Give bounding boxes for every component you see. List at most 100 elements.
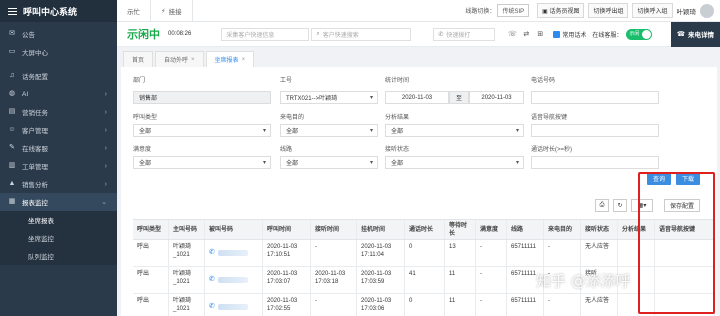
sidebar-item-9[interactable]: ▦ 报表监控 ⌄ <box>0 193 117 211</box>
page-tab-0[interactable]: 首页 <box>123 51 154 67</box>
table-cell: 2020-11-03 17:11:04 <box>357 240 405 266</box>
switch-outbound-button[interactable]: 切换呼出组 <box>588 3 629 18</box>
satisfaction-select[interactable]: 全部 ▾ <box>133 156 271 169</box>
search-icon: ⌕ <box>316 30 320 37</box>
column-header[interactable]: 满意度 <box>476 220 507 239</box>
time-to-input[interactable]: 2020-11-03 <box>469 91 524 104</box>
page-tab-1[interactable]: 自动外呼 × <box>155 51 204 67</box>
sidebar-item-2[interactable]: ♫ 话务配置 <box>0 67 117 85</box>
sidebar-subitem-0[interactable]: 坐席报表 <box>0 211 117 229</box>
chevron-down-icon: ▾ <box>262 160 266 166</box>
quick-dial-input[interactable]: ✆ 快速拨打 <box>433 27 496 41</box>
statusbar: 示闲中 00:08:26 采集客户快速信息 ⌕ 客户快速搜索 ✆ 快速拨打 ☏ ⇄ … <box>117 21 720 47</box>
sidebar-subitem-1[interactable]: 坐席监控 <box>0 229 117 247</box>
table-row[interactable]: 呼出 叶颖琦_1021 ✆ 2020-11-03 17:02:55-2020-11-0… <box>133 294 715 316</box>
keypad-icon[interactable]: ⊞ <box>533 30 547 38</box>
call-controls: ☏ ⇄ ⊞ <box>505 30 547 38</box>
result-select[interactable]: 全部 ▾ <box>385 124 524 137</box>
sidebar-item-8[interactable]: ▲ 销售分析 › <box>0 175 117 193</box>
agent-view-button[interactable]: ▣ 话务员视图 <box>537 3 585 18</box>
answer-select[interactable]: 全部 ▾ <box>385 156 524 169</box>
online-service: 在线客服： 示闲 <box>592 28 653 40</box>
refresh-button[interactable]: ↻ <box>613 199 627 212</box>
table-cell: 2020-11-03 17:03:59 <box>357 267 405 293</box>
sidebar-item-3[interactable]: ◍ AI › <box>0 85 117 103</box>
call-records-table: 呼叫类型 主叫号码 被叫号码 呼叫时间 接听时间 挂机时间 通话时长 等待时长 满意度 线路 来电目… <box>133 219 715 316</box>
dept-input[interactable]: 销售部 <box>133 91 271 104</box>
common-words[interactable]: 常用话术 <box>553 30 586 39</box>
column-header[interactable]: 呼叫类型 <box>133 220 169 239</box>
phone-label: 电话号码 <box>531 78 556 84</box>
column-header[interactable]: 挂机时间 <box>357 220 405 239</box>
page-tab-2[interactable]: 坐席报表 × <box>205 51 255 67</box>
collect-info-input[interactable]: 采集客户快速信息 <box>221 27 310 41</box>
highlight-box <box>638 172 715 314</box>
user-menu[interactable]: 叶颖琦 <box>677 3 714 18</box>
incoming-detail-button[interactable]: ☎ 来电详情 <box>670 21 720 47</box>
agent-select-value: TRTX021-->叶颖琦 <box>286 96 338 102</box>
calltype-select-value: 全部 <box>139 129 152 135</box>
transfer-icon[interactable]: ⇄ <box>519 30 533 38</box>
agent-view-label: 话务员视图 <box>549 9 580 15</box>
switch-inbound-button[interactable]: 切换呼入组 <box>632 3 673 18</box>
time-from-input[interactable]: 2020-11-03 <box>385 91 449 104</box>
sidebar-item-6[interactable]: ✎ 在线客服 › <box>0 139 117 157</box>
result-select-value: 全部 <box>391 129 404 135</box>
column-header[interactable]: 接听状态 <box>581 220 618 239</box>
dept-label: 部门 <box>133 78 146 84</box>
avatar[interactable] <box>700 3 714 18</box>
column-header[interactable]: 接听时间 <box>311 220 357 239</box>
print-button[interactable]: ⎙ <box>595 199 609 212</box>
topbar-right: 线路切换： 传统SIP ▣ 话务员视图 切换呼出组 切换呼入组 叶颖琦 <box>465 0 720 22</box>
agent-select[interactable]: TRTX021-->叶颖琦 ▾ <box>280 91 378 104</box>
time-to-label: 至 <box>449 91 469 104</box>
duration-label: 通话时长(>=秒) <box>531 147 573 153</box>
phone-icon[interactable]: ✆ <box>209 276 215 284</box>
customer-search-input[interactable]: ⌕ 客户快速搜索 <box>311 27 412 41</box>
line-switch-select[interactable]: 传统SIP <box>497 4 530 17</box>
sidebar-subitem-2[interactable]: 队列监控 <box>0 247 117 265</box>
ticket-icon: ▥ <box>8 162 16 169</box>
purpose-select[interactable]: 全部 ▾ <box>280 124 378 137</box>
brand-header: 呼叫中心系统 <box>0 0 117 22</box>
sidebar-item-0[interactable]: ✉ 公告 <box>0 25 117 43</box>
table-cell: - <box>311 294 357 316</box>
sidebar-item-7[interactable]: ▥ 工单管理 › <box>0 157 117 175</box>
column-header[interactable]: 通话时长 <box>405 220 445 239</box>
ivr-input[interactable] <box>531 124 659 137</box>
column-header[interactable]: 呼叫时间 <box>263 220 311 239</box>
close-icon[interactable]: × <box>242 57 246 63</box>
sidebar-item-1[interactable]: ▭ 大屏中心 <box>0 43 117 61</box>
duration-input[interactable] <box>531 156 659 169</box>
column-header[interactable]: 等待时长 <box>445 220 476 239</box>
column-header[interactable]: 来电目的 <box>544 220 581 239</box>
sidebar-item-5[interactable]: ☺ 客户管理 › <box>0 121 117 139</box>
dial-icon[interactable]: ☏ <box>505 30 519 38</box>
line-switch-label: 线路切换： <box>465 9 496 15</box>
hangup-button[interactable]: ⚡ 挂接 <box>151 0 193 22</box>
table-cell: 叶颖琦_1021 <box>169 294 205 316</box>
column-header[interactable]: 线路 <box>507 220 544 239</box>
line-label: 线路 <box>280 147 293 153</box>
menu-toggle-icon[interactable] <box>8 7 17 15</box>
line-select[interactable]: 全部 ▾ <box>280 156 378 169</box>
table-row[interactable]: 呼出 叶颖琦_1021 ✆ 2020-11-03 17:10:51-2020-11-0… <box>133 240 715 267</box>
table-cell: - <box>476 294 507 316</box>
close-icon[interactable]: × <box>191 57 195 63</box>
column-header[interactable]: 被叫号码 <box>205 220 263 239</box>
phone-icon[interactable]: ✆ <box>209 249 215 257</box>
phone-input[interactable] <box>531 91 659 104</box>
busy-button[interactable]: 示忙 <box>117 0 151 22</box>
line-select-value: 全部 <box>286 161 299 167</box>
masked-number <box>217 277 248 283</box>
calltype-select[interactable]: 全部 ▾ <box>133 124 271 137</box>
robot-icon: ◍ <box>8 90 16 97</box>
result-label: 分析结果 <box>385 115 410 121</box>
sidebar-item-4[interactable]: ▤ 营销任务 › <box>0 103 117 121</box>
phone-icon[interactable]: ✆ <box>209 303 215 311</box>
online-service-toggle[interactable]: 示闲 <box>626 28 653 40</box>
table-cell: 呼出 <box>133 294 169 316</box>
common-words-checkbox[interactable] <box>553 30 561 38</box>
customer-search-placeholder: 客户快速搜索 <box>322 32 359 39</box>
column-header[interactable]: 主叫号码 <box>169 220 205 239</box>
